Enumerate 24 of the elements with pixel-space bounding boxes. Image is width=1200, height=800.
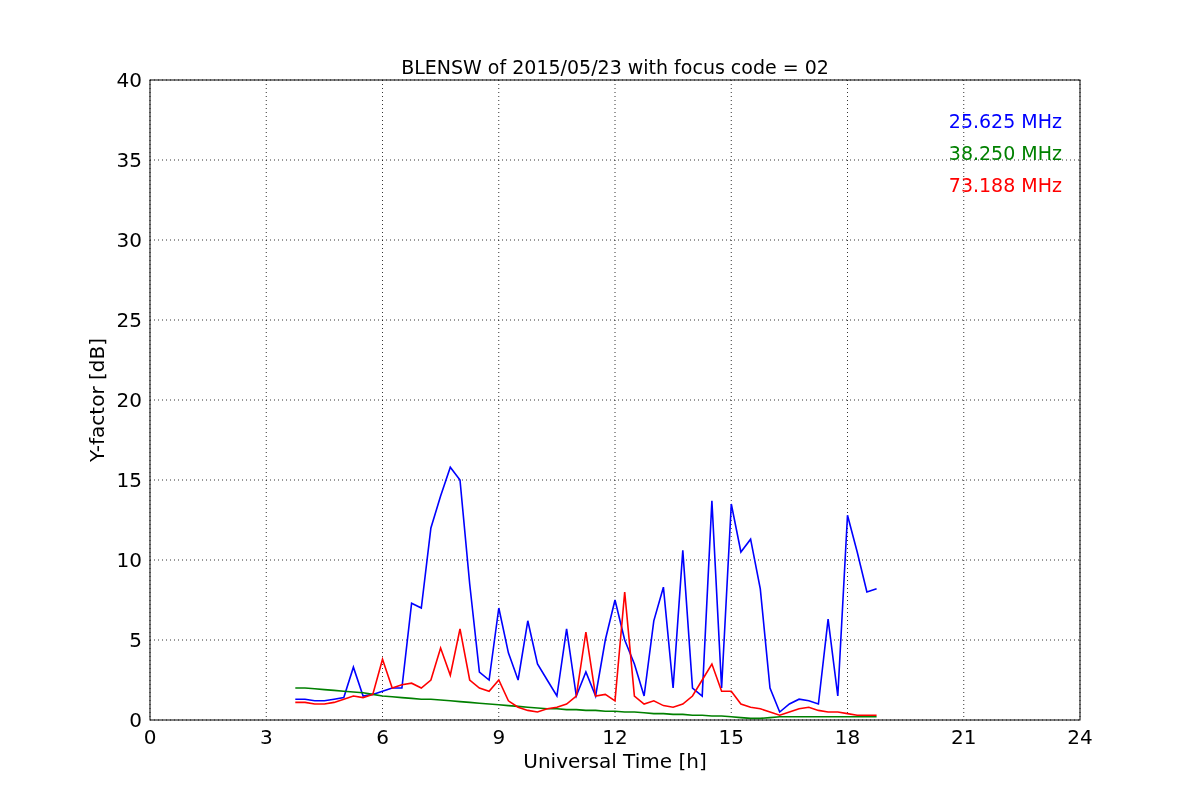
x-axis-label: Universal Time [h] [523,749,707,773]
x-tick-label: 18 [834,725,861,749]
x-tick-label: 6 [376,725,389,749]
y-tick-label: 20 [116,388,142,412]
chart-title: BLENSW of 2015/05/23 with focus code = 02 [401,56,829,78]
legend-label: 38.250 MHz [948,142,1062,164]
x-tick-label: 12 [602,725,628,749]
y-tick-label: 15 [116,468,142,492]
y-tick-label: 35 [116,148,142,172]
x-tick-label: 24 [1067,725,1093,749]
y-tick-label: 40 [116,68,142,92]
y-tick-label: 0 [129,708,142,732]
y-tick-label: 30 [116,228,142,252]
legend-label: 25.625 MHz [948,110,1062,132]
x-tick-label: 0 [143,725,157,749]
y-tick-label: 10 [116,548,142,572]
x-tick-label: 21 [951,725,977,749]
x-tick-label: 3 [259,725,273,749]
x-tick-label: 9 [492,725,506,749]
y-tick-label: 5 [129,628,142,652]
y-axis-label: Y-factor [dB] [85,338,109,462]
y-tick-label: 25 [116,308,142,332]
legend-label: 73.188 MHz [948,174,1062,196]
x-tick-label: 15 [718,725,744,749]
